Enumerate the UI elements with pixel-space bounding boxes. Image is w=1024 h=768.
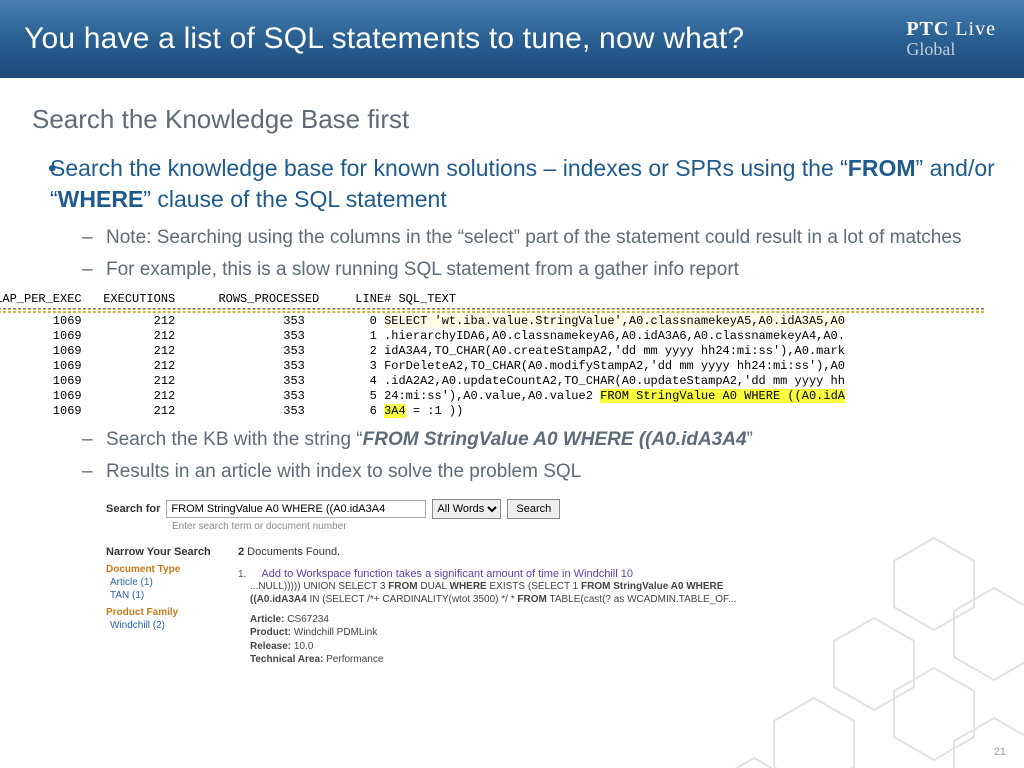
sub-bullet-search-kb: Search the KB with the string “FROM Stri… (74, 427, 998, 453)
facet-tan[interactable]: TAN (1) (110, 590, 216, 601)
brand-global: Global (906, 40, 996, 60)
sql-report-block: ELAP_PER_EXEC EXECUTIONS ROWS_PROCESSED … (0, 292, 998, 419)
spacer: Search the KB with the string “FROM Stri… (26, 427, 998, 484)
facet-group-product: Product Family (106, 607, 216, 618)
sub-bullet-example: For example, this is a slow running SQL … (74, 257, 998, 283)
header-bar: You have a list of SQL statements to tun… (0, 0, 1024, 78)
sql-row: 1069 212 353 6 3A4 = :1 )) (0, 404, 998, 419)
bullet-text: Search the knowledge base for known solu… (50, 155, 848, 181)
result-number: 1. (238, 569, 246, 580)
slide-title: You have a list of SQL statements to tun… (24, 22, 744, 56)
kb-search-panel: Search for All Words Search Enter search… (106, 499, 746, 667)
main-bullet: Search the knowledge base for known solu… (26, 153, 998, 282)
sub-bullet-results: Results in an article with index to solv… (74, 459, 998, 485)
search-button[interactable]: Search (507, 499, 560, 519)
sql-row: 1069 212 353 4 .idA2A2,A0.updateCountA2,… (0, 374, 998, 389)
facets-sidebar: Narrow Your Search Document Type Article… (106, 546, 216, 667)
sql-row: 1069 212 353 3 ForDeleteA2,TO_CHAR(A0.mo… (0, 359, 998, 374)
facet-article[interactable]: Article (1) (110, 577, 216, 588)
sql-row: 1069 212 353 2 idA3A4,TO_CHAR(A0.createS… (0, 344, 998, 359)
search-string: FROM StringValue A0 WHERE ((A0.idA3A4 (363, 429, 747, 450)
sql-row: 1069 212 353 1 .hierarchyIDA6,A0.classna… (0, 329, 998, 344)
from-keyword: FROM (848, 155, 916, 181)
facets-title: Narrow Your Search (106, 546, 216, 558)
brand-live: Live (949, 18, 996, 40)
bullet-text: ” clause of the SQL statement (143, 186, 446, 212)
sql-header: ELAP_PER_EXEC EXECUTIONS ROWS_PROCESSED … (0, 292, 998, 307)
result-snippet: ...NULL))))) UNION SELECT 3 FROM DUAL WH… (250, 580, 746, 607)
brand-logo: PTC Live Global (906, 18, 996, 60)
search-label: Search for (106, 503, 160, 515)
search-mode-select[interactable]: All Words (432, 499, 501, 519)
result-metadata: Article: CS67234 Product: Windchill PDML… (250, 613, 746, 667)
page-number: 21 (994, 746, 1006, 758)
text: Search the KB with the string “ (106, 429, 363, 450)
where-keyword: WHERE (58, 186, 144, 212)
brand-ptc: PTC (906, 18, 949, 40)
results-count: 2 Documents Found. (238, 546, 746, 558)
search-input[interactable] (166, 500, 426, 518)
sub-bullet-note: Note: Searching using the columns in the… (74, 225, 998, 251)
sql-row: 1069 212 353 0 SELECT 'wt.iba.value.Stri… (0, 314, 998, 329)
facet-windchill[interactable]: Windchill (2) (110, 620, 216, 631)
search-hint: Enter search term or document number (172, 521, 746, 532)
sql-row: 1069 212 353 5 24:mi:ss'),A0.value,A0.va… (0, 389, 998, 404)
facet-group-doctype: Document Type (106, 564, 216, 575)
subtitle: Search the Knowledge Base first (32, 104, 998, 135)
result-title-link[interactable]: Add to Workspace function takes a signif… (261, 568, 633, 580)
text: ” (747, 429, 753, 450)
